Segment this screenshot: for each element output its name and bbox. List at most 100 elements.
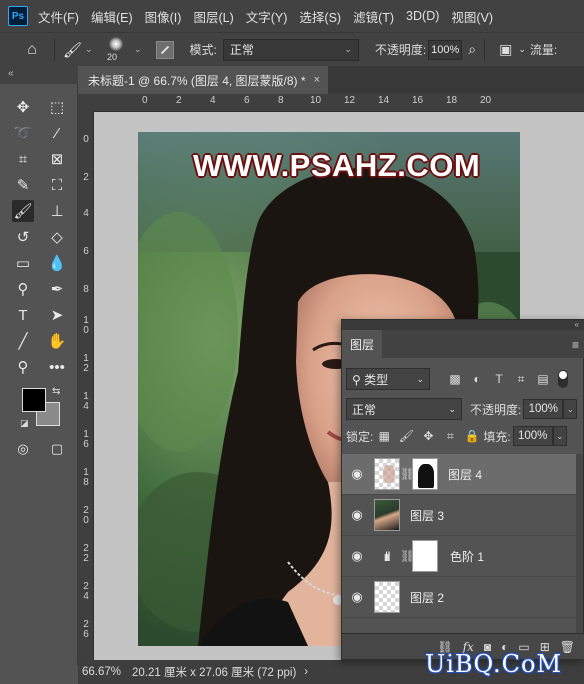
panel-collapse-button[interactable]: « bbox=[342, 320, 584, 330]
more-tools-icon[interactable]: ••• bbox=[46, 356, 68, 378]
object-selection-tool-icon[interactable]: ⛶ bbox=[46, 174, 68, 196]
menu-3d[interactable]: 3D(D) bbox=[406, 9, 439, 23]
frame-tool-icon[interactable]: ⊠ bbox=[46, 148, 68, 170]
divider bbox=[484, 38, 486, 61]
quick-mask-icon[interactable]: ◎ bbox=[12, 438, 34, 460]
eyedropper-tool-icon[interactable]: ✎ bbox=[12, 174, 34, 196]
menu-file[interactable]: 文件(F) bbox=[38, 7, 79, 26]
menu-edit[interactable]: 编辑(E) bbox=[91, 7, 133, 26]
layer-row[interactable]: ◉ 图层 3 bbox=[342, 495, 578, 536]
zoom-level[interactable]: 66.67% bbox=[82, 666, 132, 678]
brush-tool-preset-button[interactable]: 🖌 ⌄ bbox=[63, 41, 93, 59]
chevron-down-icon[interactable]: ⌄ bbox=[552, 426, 567, 446]
shape-filter-icon[interactable]: ⌗ bbox=[510, 372, 532, 387]
screen-mode-icon[interactable]: ▢ bbox=[46, 438, 68, 460]
chevron-down-icon[interactable]: ⌄ bbox=[134, 44, 142, 55]
layer-row[interactable]: ◉ ılıl ⛓ 色阶 1 bbox=[342, 536, 578, 577]
ruler-tick-label: 6 bbox=[244, 95, 250, 106]
ruler-tick-label: 16 bbox=[412, 95, 424, 106]
panel-menu-icon[interactable]: ≡ bbox=[572, 338, 579, 352]
brush-tool-icon[interactable]: 🖌 bbox=[12, 200, 34, 222]
lock-all-icon[interactable]: 🔒 bbox=[461, 429, 483, 443]
status-menu-arrow[interactable]: › bbox=[304, 666, 308, 678]
adjustment-filter-icon[interactable]: ◐ bbox=[466, 372, 488, 386]
ruler-tick-label: 4 bbox=[210, 95, 216, 106]
image-filter-icon[interactable]: ▩ bbox=[444, 372, 466, 386]
layer-row[interactable]: ◉ ⛓ 图层 4 bbox=[342, 454, 578, 495]
link-icon[interactable]: ⛓ bbox=[400, 467, 415, 481]
fill-input[interactable]: 100% bbox=[512, 426, 553, 446]
pen-tool-icon[interactable]: ✒ bbox=[46, 278, 68, 300]
gradient-tool-icon[interactable]: ▭ bbox=[12, 252, 34, 274]
mode-select[interactable]: 正常 ⌄ bbox=[222, 38, 359, 61]
ruler-tick-label: 6 bbox=[83, 246, 89, 257]
menu-filter[interactable]: 滤镜(T) bbox=[353, 7, 394, 26]
lock-pixels-icon[interactable]: 🖌 bbox=[395, 429, 417, 443]
menu-bar: Ps 文件(F) 编辑(E) 图像(I) 图层(L) 文字(Y) 选择(S) 滤… bbox=[0, 0, 584, 32]
smart-object-filter-icon[interactable]: ▤ bbox=[532, 372, 554, 386]
blur-tool-icon[interactable]: 💧 bbox=[46, 252, 68, 274]
menu-image[interactable]: 图像(I) bbox=[145, 7, 182, 26]
marquee-tool-icon[interactable]: ⬚ bbox=[46, 96, 68, 118]
brush-size-value: 20 bbox=[107, 51, 118, 62]
foreground-color-swatch[interactable] bbox=[22, 388, 46, 412]
menu-type[interactable]: 文字(Y) bbox=[246, 7, 288, 26]
chevron-down-icon[interactable]: ⌄ bbox=[518, 44, 526, 55]
lock-position-icon[interactable]: ✥ bbox=[417, 429, 439, 443]
chevron-down-icon[interactable]: ⌄ bbox=[563, 399, 578, 419]
home-icon[interactable]: ⌂ bbox=[18, 38, 46, 62]
toggle-panel-icon[interactable]: ▣ bbox=[499, 41, 512, 58]
filter-kind-select[interactable]: ⚲ 类型 ⌄ bbox=[346, 368, 430, 390]
stamp-tool-icon[interactable]: ⊥ bbox=[46, 200, 68, 222]
magic-wand-tool-icon[interactable]: ⁄ bbox=[46, 122, 68, 144]
eye-icon[interactable]: ◉ bbox=[342, 466, 372, 482]
document-tab-bar: 未标题-1 @ 66.7% (图层 4, 图层蒙版/8) * × bbox=[78, 66, 584, 94]
move-tool-icon[interactable]: ✥ bbox=[12, 96, 34, 118]
lock-transparency-icon[interactable]: ▦ bbox=[373, 429, 395, 443]
brush-icon: 🖌 bbox=[63, 41, 83, 59]
ruler-corner bbox=[78, 94, 94, 112]
toolbar-collapse-button[interactable]: « bbox=[0, 66, 78, 84]
type-tool-icon[interactable]: T bbox=[12, 304, 34, 326]
filter-toggle[interactable] bbox=[558, 370, 568, 388]
line-tool-icon[interactable]: ╱ bbox=[12, 330, 34, 352]
horizontal-ruler: 0 2 4 6 8 10 12 14 16 18 20 bbox=[94, 94, 584, 112]
layer-mask-thumbnail[interactable] bbox=[412, 540, 438, 572]
tab-layers[interactable]: 图层 bbox=[342, 330, 382, 358]
path-selection-tool-icon[interactable]: ➤ bbox=[46, 304, 68, 326]
brush-settings-panel-icon[interactable] bbox=[155, 40, 174, 59]
flow-label: 流量: bbox=[529, 43, 558, 57]
menu-select[interactable]: 选择(S) bbox=[299, 7, 341, 26]
layer-opacity-input[interactable]: 100% bbox=[523, 399, 564, 419]
opacity-input[interactable]: 100% bbox=[428, 39, 463, 60]
type-filter-icon[interactable]: T bbox=[488, 372, 510, 386]
layer-row[interactable]: ◉ 图层 2 bbox=[342, 577, 578, 618]
eye-icon[interactable]: ◉ bbox=[342, 548, 372, 564]
lock-artboard-icon[interactable]: ⌗ bbox=[439, 429, 461, 444]
swap-colors-icon[interactable]: ⇆ bbox=[52, 386, 60, 397]
document-tab[interactable]: 未标题-1 @ 66.7% (图层 4, 图层蒙版/8) * × bbox=[78, 66, 328, 94]
lasso-tool-icon[interactable]: ➰ bbox=[12, 122, 34, 144]
brush-preset-picker[interactable]: 20 bbox=[101, 35, 131, 65]
close-icon[interactable]: × bbox=[314, 74, 320, 86]
history-brush-tool-icon[interactable]: ↺ bbox=[12, 226, 34, 248]
menu-layer[interactable]: 图层(L) bbox=[193, 7, 233, 26]
dodge-tool-icon[interactable]: ⚲ bbox=[12, 278, 34, 300]
layers-scrollbar[interactable] bbox=[576, 454, 583, 634]
menu-view[interactable]: 视图(V) bbox=[451, 7, 493, 26]
hand-tool-icon[interactable]: ✋ bbox=[46, 330, 68, 352]
crop-tool-icon[interactable]: ⌗ bbox=[12, 148, 34, 170]
ruler-tick-label: 0 bbox=[83, 134, 89, 145]
zoom-tool-icon[interactable]: ⚲ bbox=[12, 356, 34, 378]
blend-mode-select[interactable]: 正常 ⌄ bbox=[346, 398, 462, 420]
divider bbox=[54, 38, 55, 61]
link-icon[interactable]: ⛓ bbox=[400, 549, 415, 563]
eraser-tool-icon[interactable]: ◇ bbox=[46, 226, 68, 248]
delete-layer-icon[interactable]: 🗑 bbox=[560, 640, 575, 654]
document-size: 20.21 厘米 x 27.06 厘米 (72 ppi) bbox=[132, 667, 297, 679]
pressure-opacity-icon[interactable]: ⌕ bbox=[468, 41, 476, 58]
eye-icon[interactable]: ◉ bbox=[342, 507, 372, 523]
eye-icon[interactable]: ◉ bbox=[342, 589, 372, 605]
default-colors-icon[interactable]: ◪ bbox=[20, 418, 29, 429]
layer-mask-thumbnail[interactable] bbox=[412, 458, 438, 490]
